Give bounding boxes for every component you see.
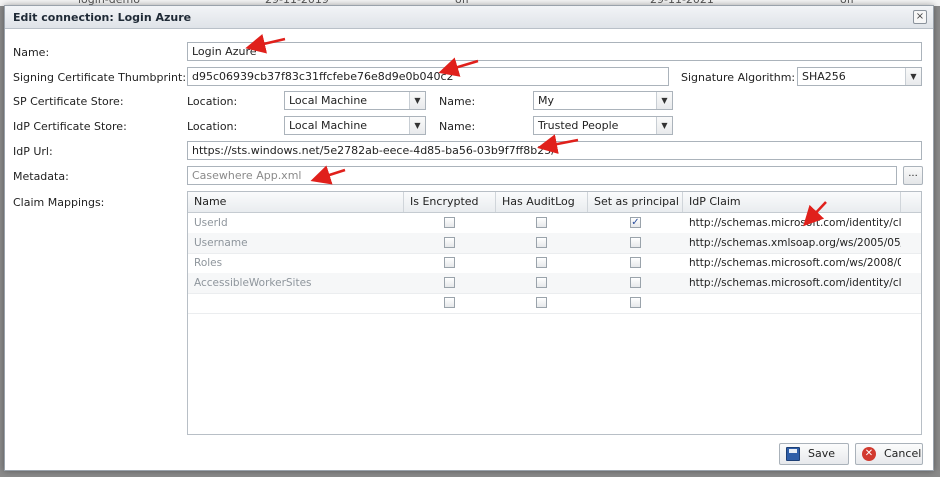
close-icon[interactable]: × <box>913 10 927 24</box>
table-row[interactable]: AccessibleWorkerSites http://schemas.mic… <box>188 273 921 294</box>
save-button[interactable]: Save <box>779 443 849 465</box>
cancel-button[interactable]: ✕ Cancel <box>855 443 923 465</box>
cancel-icon: ✕ <box>862 447 876 461</box>
sp-name-value: My <box>538 94 555 107</box>
is-encrypted-checkbox[interactable] <box>444 237 455 248</box>
claim-mappings-grid: Name Is Encrypted Has AuditLog Set as pr… <box>187 191 922 435</box>
idp-claim-cell: http://schemas.microsoft.com/ws/2008/06.… <box>689 257 901 269</box>
has-auditlog-checkbox[interactable] <box>536 257 547 268</box>
signature-algorithm-select[interactable]: SHA256 ▼ <box>797 67 922 86</box>
principal-claim-checkbox[interactable]: ✓ <box>630 217 641 228</box>
metadata-input[interactable]: Casewhere App.xml <box>187 166 897 185</box>
column-header-is-encrypted[interactable]: Is Encrypted <box>404 192 496 212</box>
principal-claim-checkbox[interactable] <box>630 257 641 268</box>
claim-mappings-label: Claim Mappings: <box>13 196 105 209</box>
claim-name-cell: UserId <box>194 217 228 229</box>
dialog-titlebar: Edit connection: Login Azure × <box>5 6 933 29</box>
claim-name-cell: AccessibleWorkerSites <box>194 277 312 289</box>
idp-claim-cell: http://schemas.xmlsoap.org/ws/2005/05/id… <box>689 237 901 249</box>
chevron-down-icon: ▼ <box>409 92 425 109</box>
chevron-down-icon: ▼ <box>656 117 672 134</box>
is-encrypted-checkbox[interactable] <box>444 217 455 228</box>
save-button-label: Save <box>808 447 836 460</box>
browse-button[interactable]: ... <box>903 166 923 185</box>
chevron-down-icon: ▼ <box>409 117 425 134</box>
name-label: Name: <box>13 46 50 59</box>
idp-location-label: Location: <box>187 120 238 133</box>
signature-algorithm-label: Signature Algorithm: <box>681 71 796 84</box>
principal-claim-checkbox[interactable] <box>630 277 641 288</box>
idp-name-label: Name: <box>439 120 476 133</box>
chevron-down-icon: ▼ <box>905 68 921 85</box>
claim-name-cell[interactable] <box>188 293 404 313</box>
grid-header-filler <box>901 192 921 212</box>
idp-url-label: IdP Url: <box>13 145 53 158</box>
is-encrypted-checkbox[interactable] <box>444 257 455 268</box>
idp-name-select[interactable]: Trusted People ▼ <box>533 116 673 135</box>
is-encrypted-checkbox[interactable] <box>444 277 455 288</box>
is-encrypted-checkbox[interactable] <box>444 297 455 308</box>
column-header-principal-claim[interactable]: Set as principal claim <box>588 192 683 212</box>
sp-name-select[interactable]: My ▼ <box>533 91 673 110</box>
name-input[interactable]: Login Azure <box>187 42 922 61</box>
idp-claim-cell: http://schemas.microsoft.com/identity/cl… <box>689 277 901 289</box>
thumbprint-input[interactable]: d95c06939cb37f83c31ffcfebe76e8d9e0b040c2 <box>187 67 669 86</box>
grid-header: Name Is Encrypted Has AuditLog Set as pr… <box>188 192 921 213</box>
metadata-label: Metadata: <box>13 170 69 183</box>
has-auditlog-checkbox[interactable] <box>536 277 547 288</box>
chevron-down-icon: ▼ <box>656 92 672 109</box>
idp-claim-cell <box>683 293 901 313</box>
idp-claim-cell: http://schemas.microsoft.com/identity/cl… <box>689 217 901 229</box>
thumbprint-label: Signing Certificate Thumbprint: <box>13 71 187 84</box>
floppy-disk-icon <box>786 447 800 461</box>
idp-location-select[interactable]: Local Machine ▼ <box>284 116 426 135</box>
principal-claim-checkbox[interactable] <box>630 297 641 308</box>
table-row[interactable]: UserId ✓ http://schemas.microsoft.com/id… <box>188 213 921 234</box>
table-row[interactable]: Roles http://schemas.microsoft.com/ws/20… <box>188 253 921 274</box>
column-header-has-auditlog[interactable]: Has AuditLog <box>496 192 588 212</box>
edit-connection-dialog: Edit connection: Login Azure × Name: Log… <box>4 5 934 471</box>
has-auditlog-checkbox[interactable] <box>536 297 547 308</box>
table-row[interactable]: Username http://schemas.xmlsoap.org/ws/2… <box>188 233 921 254</box>
table-row-new[interactable] <box>188 293 921 314</box>
sp-location-select[interactable]: Local Machine ▼ <box>284 91 426 110</box>
has-auditlog-checkbox[interactable] <box>536 237 547 248</box>
dialog-title: Edit connection: Login Azure <box>13 11 192 24</box>
idp-url-input[interactable]: https://sts.windows.net/5e2782ab-eece-4d… <box>187 141 922 160</box>
sp-location-value: Local Machine <box>289 94 368 107</box>
signature-algorithm-value: SHA256 <box>802 70 846 83</box>
sp-location-label: Location: <box>187 95 238 108</box>
idp-store-label: IdP Certificate Store: <box>13 120 127 133</box>
claim-name-cell: Username <box>194 237 248 249</box>
cancel-button-label: Cancel <box>884 447 922 460</box>
principal-claim-checkbox[interactable] <box>630 237 641 248</box>
claim-name-cell: Roles <box>194 257 223 269</box>
column-header-name[interactable]: Name <box>188 192 404 212</box>
column-header-idp-claim[interactable]: IdP Claim <box>683 192 901 212</box>
idp-location-value: Local Machine <box>289 119 368 132</box>
sp-store-label: SP Certificate Store: <box>13 95 124 108</box>
has-auditlog-checkbox[interactable] <box>536 217 547 228</box>
sp-name-label: Name: <box>439 95 476 108</box>
idp-name-value: Trusted People <box>538 119 619 132</box>
